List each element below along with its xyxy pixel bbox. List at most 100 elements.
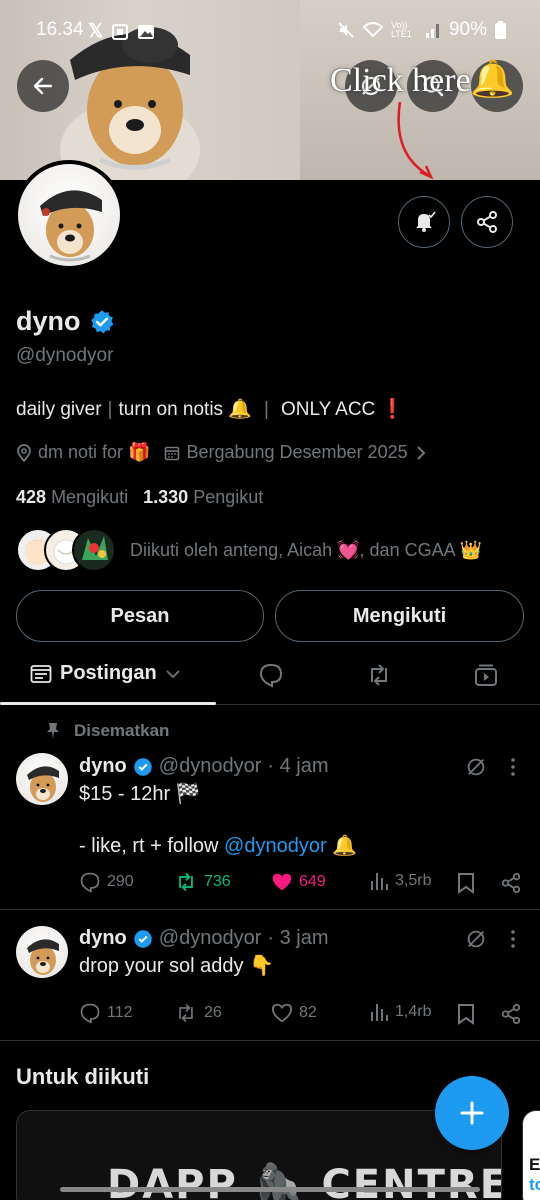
- post-text-segment: - like, rt + follow: [79, 835, 225, 857]
- post-more-icon[interactable]: [504, 756, 522, 778]
- gallery-icon: [138, 24, 155, 39]
- repost-icon: [179, 1003, 193, 1023]
- views-chart-icon: [371, 873, 388, 890]
- bio-part-1: daily giver: [16, 399, 102, 420]
- chevron-right-icon[interactable]: [414, 445, 428, 461]
- reply-button[interactable]: 112: [79, 1002, 133, 1024]
- verified-badge-icon: [134, 929, 152, 948]
- post-actions: 290 736 649 3,5rb: [79, 871, 524, 897]
- profile-joined-date: Bergabung Desember 2025: [186, 442, 408, 462]
- followers-label: Pengikut: [193, 487, 264, 507]
- suggestion-banner-text: DAPP 🦍 CENTRE: [107, 1162, 502, 1200]
- post-author-handle[interactable]: @dynodyor: [159, 927, 262, 950]
- screenshot-icon: [112, 23, 129, 40]
- like-count: 82: [299, 1004, 317, 1021]
- arrow-left-icon: [33, 77, 53, 95]
- network-label: Vo)) LTE1: [390, 20, 412, 39]
- repost-count: 26: [204, 1004, 222, 1021]
- tab-posts[interactable]: Postingan: [30, 662, 181, 685]
- bell-sticker-icon: 🔔: [470, 58, 515, 99]
- status-bar: 16.34 𝕏 Vo)) LTE1 90%: [0, 0, 540, 60]
- post-text-blank-line: [79, 807, 357, 833]
- post-text-line: $15 - 12hr 🏁: [79, 783, 201, 805]
- share-icon[interactable]: [500, 1003, 522, 1025]
- bio-separator: |: [264, 399, 269, 420]
- post-time: · 3 jam: [267, 927, 329, 949]
- like-button[interactable]: 82: [271, 1002, 317, 1024]
- repost-icon: [179, 872, 193, 892]
- profile-bio: daily giver | turn on notis 🔔 | ONLY ACC ❗: [16, 397, 404, 421]
- followed-by-text: Diikuti oleh anteng, Aicah 💓, dan CGAA 👑: [130, 539, 483, 560]
- back-button[interactable]: [17, 60, 69, 112]
- home-gesture-bar[interactable]: [60, 1187, 480, 1192]
- post-author-avatar[interactable]: [16, 926, 68, 978]
- following-link[interactable]: 428 Mengikuti: [16, 487, 128, 507]
- reply-count: 290: [107, 873, 134, 890]
- profile-location: dm noti for 🎁: [38, 442, 151, 462]
- reply-count: 112: [107, 1004, 133, 1021]
- grok-icon: [361, 76, 381, 96]
- followed-by-row[interactable]: Diikuti oleh anteng, Aicah 💓, dan CGAA 👑: [16, 527, 482, 573]
- like-count: 649: [299, 873, 326, 890]
- bookmark-icon[interactable]: [457, 1003, 475, 1025]
- repost-button[interactable]: 736: [174, 871, 231, 893]
- plus-icon: [460, 1101, 484, 1125]
- followers-link[interactable]: 1.330 Pengikut: [143, 487, 263, 507]
- post-time: · 4 jam: [267, 755, 329, 777]
- tab-replies-icon[interactable]: [258, 662, 284, 688]
- grok-icon[interactable]: [464, 755, 488, 779]
- like-button[interactable]: 649: [271, 871, 326, 893]
- grok-icon[interactable]: [464, 927, 488, 951]
- tab-reposts-icon[interactable]: [366, 662, 392, 688]
- profile-avatar[interactable]: [14, 160, 124, 270]
- follow-stats: 428 Mengikuti 1.330 Pengikut: [16, 487, 263, 508]
- mute-icon: [338, 22, 354, 38]
- post-text: $15 - 12hr 🏁 - like, rt + follow @dynody…: [79, 781, 357, 859]
- post-mention-link[interactable]: @dynodyor: [224, 835, 327, 857]
- bio-separator: |: [107, 399, 113, 420]
- views-chart-icon: [371, 1004, 388, 1021]
- tab-media-icon[interactable]: [473, 662, 499, 688]
- pinned-label: Disematkan: [46, 721, 169, 741]
- notification-subscribe-button[interactable]: [398, 196, 450, 248]
- message-button[interactable]: Pesan: [16, 590, 264, 642]
- repost-button[interactable]: 26: [174, 1002, 222, 1024]
- red-arrow-annotation: [397, 101, 434, 180]
- post-author-handle[interactable]: @dynodyor: [159, 755, 262, 778]
- post-divider: [0, 1040, 540, 1041]
- bio-part-3: ONLY ACC ❗: [280, 399, 405, 420]
- following-label: Mengikuti: [51, 487, 129, 507]
- wifi-icon: [362, 22, 383, 38]
- reply-icon: [80, 1003, 100, 1024]
- suggestion-card-line: to: [529, 1175, 540, 1194]
- profile-tabs: Postingan: [0, 650, 540, 705]
- post-item[interactable]: dyno @dynodyor · 4 jam $15 - 12hr 🏁 - li…: [0, 745, 540, 910]
- calendar-icon: [165, 446, 180, 460]
- bio-part-2: turn on notis 🔔: [118, 399, 252, 420]
- suggestion-card[interactable]: Erto: [522, 1110, 540, 1200]
- post-author-name[interactable]: dyno: [79, 755, 127, 778]
- reply-button[interactable]: 290: [79, 871, 134, 893]
- post-more-icon[interactable]: [504, 928, 522, 950]
- post-author-avatar[interactable]: [16, 753, 68, 805]
- views-button[interactable]: 3,5rb: [369, 871, 431, 891]
- post-item[interactable]: dyno @dynodyor · 3 jam drop your sol add…: [0, 910, 540, 1040]
- profile-meta: dm noti for 🎁 Bergabung Desember 2025: [16, 442, 428, 463]
- bookmark-icon[interactable]: [457, 872, 475, 894]
- post-author-name[interactable]: dyno: [79, 927, 127, 950]
- post-avatar-image: [27, 766, 59, 802]
- location-pin-icon: [17, 443, 31, 462]
- status-time: 16.34: [36, 19, 84, 40]
- views-button[interactable]: 1,4rb: [369, 1002, 431, 1022]
- views-count: 1,4rb: [395, 1003, 432, 1020]
- following-count: 428: [16, 487, 47, 507]
- post-avatar-image: [27, 939, 59, 975]
- following-button[interactable]: Mengikuti: [275, 590, 524, 642]
- compose-post-button[interactable]: [435, 1076, 509, 1150]
- post-header: dyno @dynodyor · 3 jam: [79, 927, 328, 950]
- share-icon[interactable]: [500, 872, 522, 894]
- search-icon: [423, 76, 444, 97]
- tab-posts-label: Postingan: [60, 662, 157, 684]
- share-profile-button[interactable]: [461, 196, 513, 248]
- views-count: 3,5rb: [395, 872, 432, 889]
